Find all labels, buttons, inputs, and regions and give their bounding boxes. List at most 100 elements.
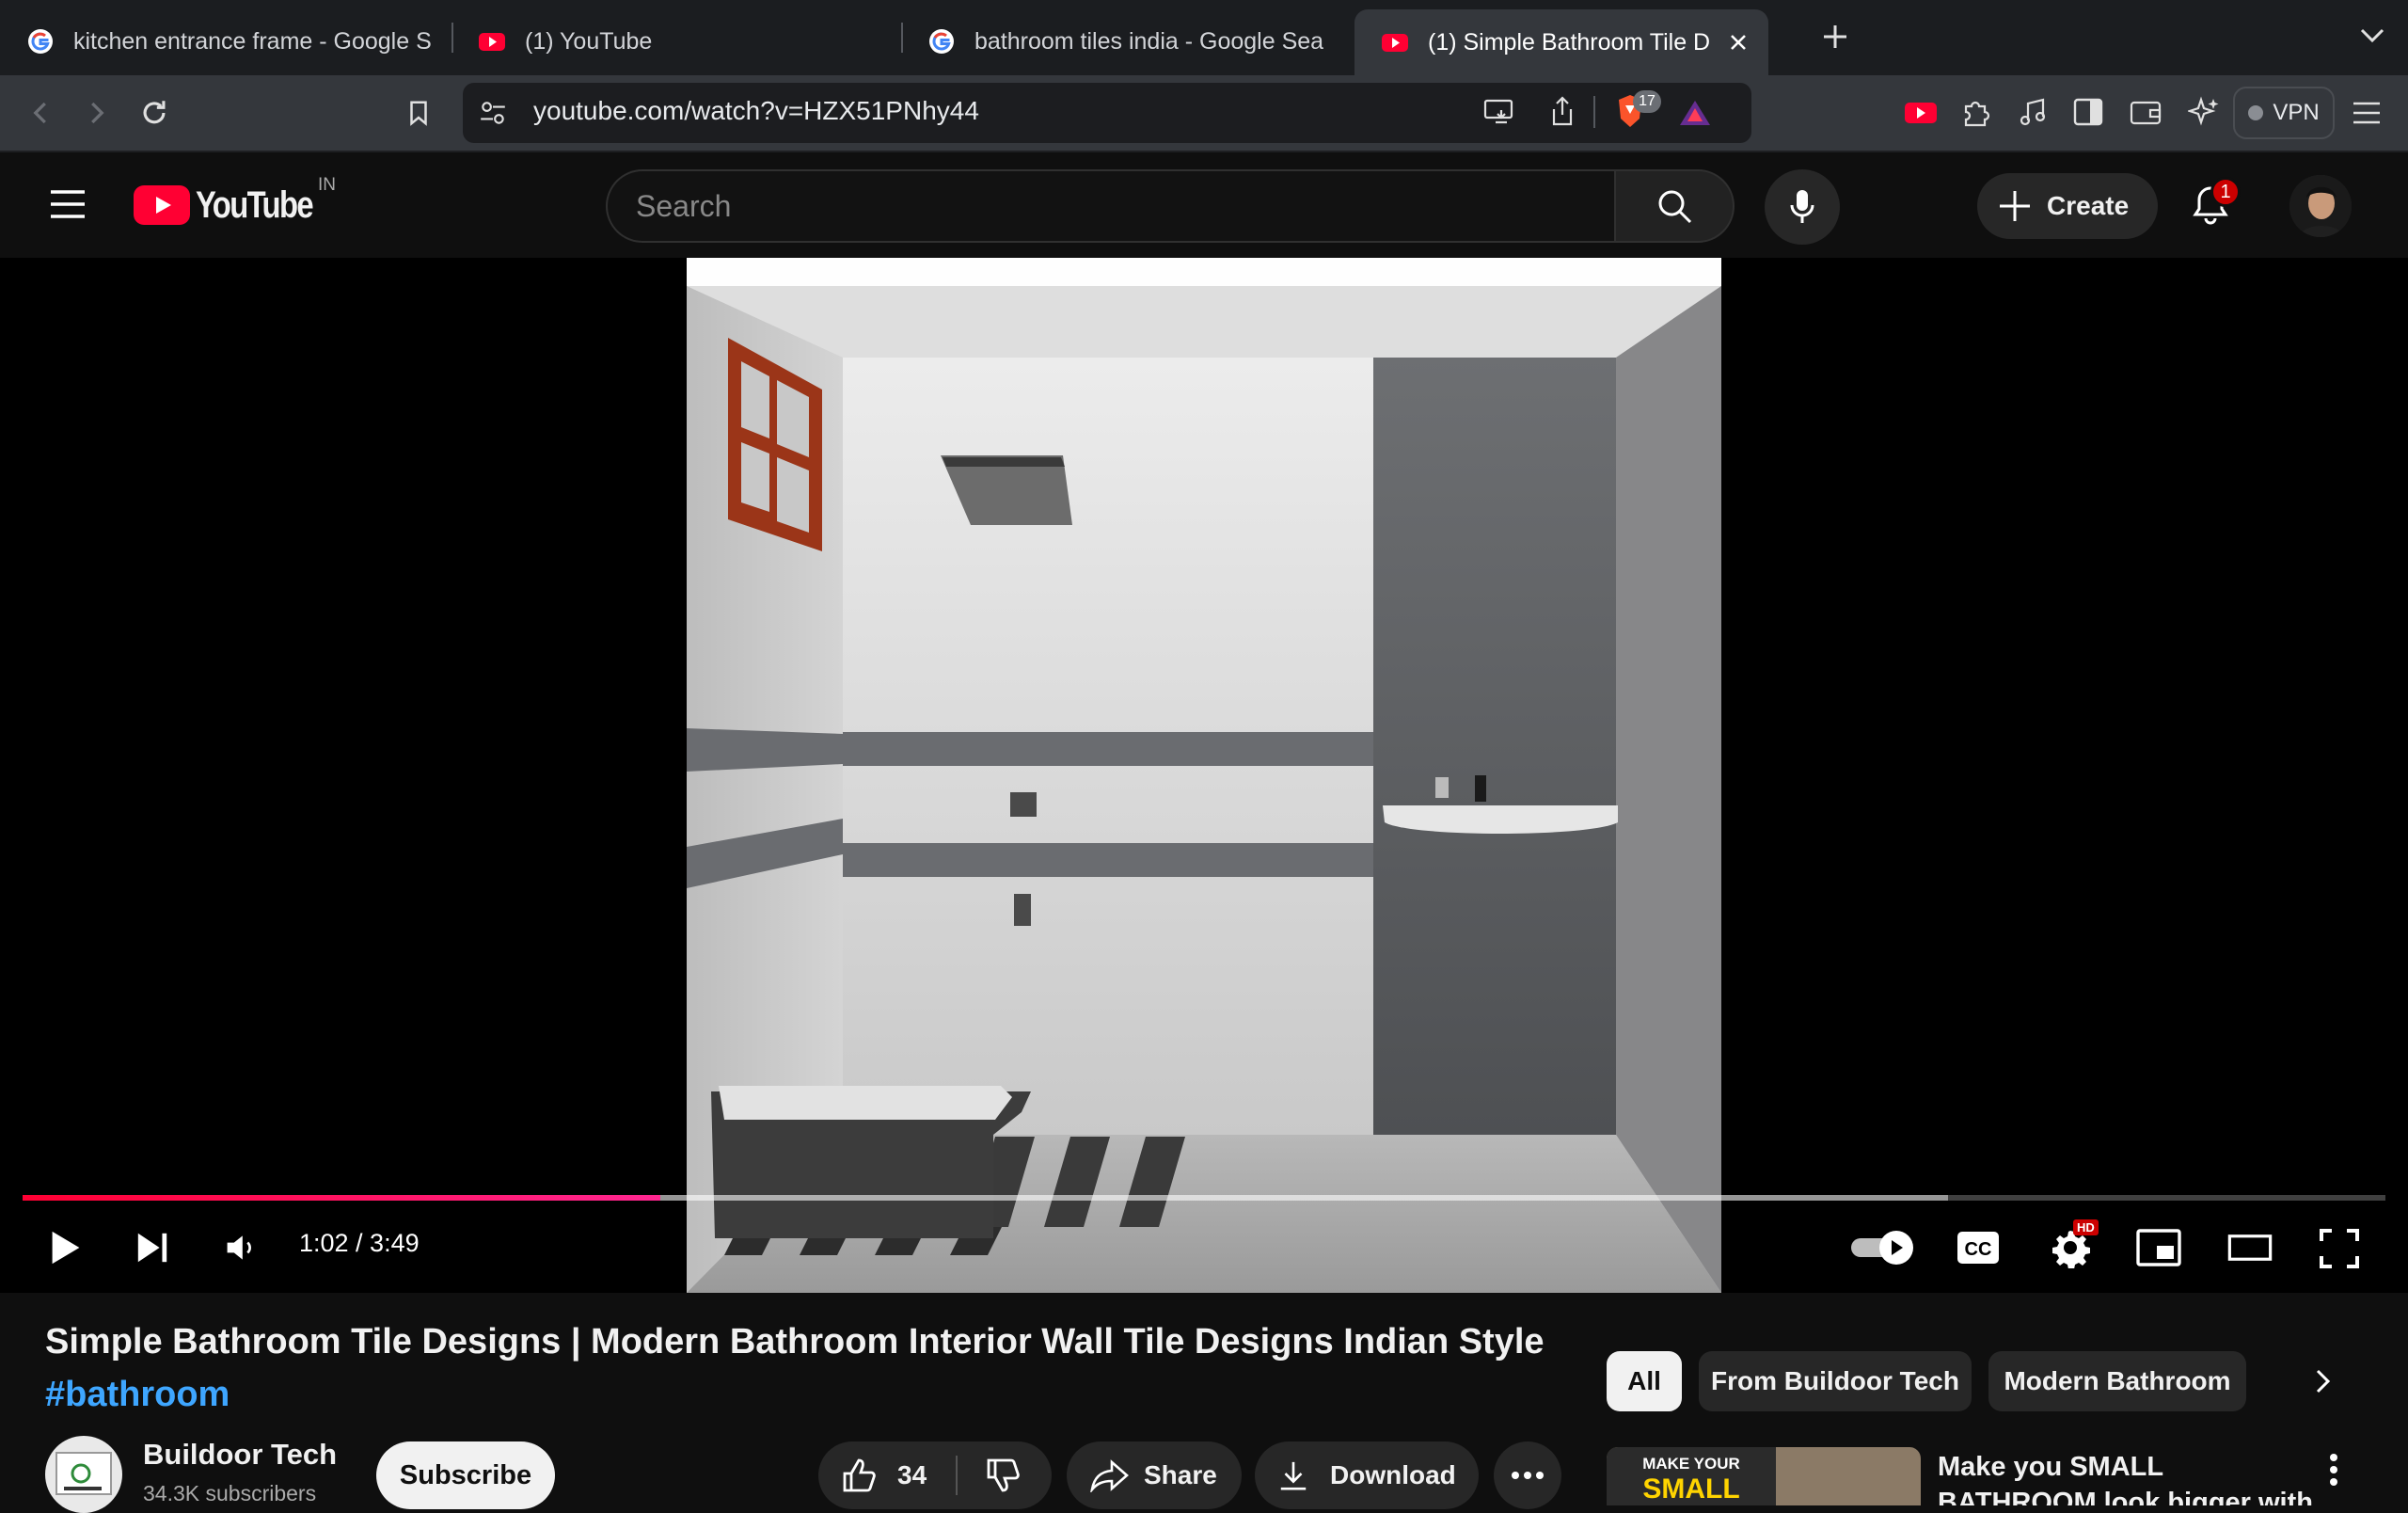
browser-tab[interactable]: kitchen entrance frame - Google S (0, 15, 442, 68)
share-label: Share (1144, 1460, 1217, 1489)
cc-text: CC (1965, 1239, 1992, 1260)
video-title-block: Simple Bathroom Tile Designs | Modern Ba… (45, 1315, 1588, 1421)
share-button[interactable]: Share (1067, 1441, 1242, 1509)
thumbs-up-icon (843, 1458, 876, 1492)
play-button[interactable] (41, 1223, 90, 1272)
notification-badge: 1 (2210, 177, 2241, 207)
search-button[interactable] (1614, 169, 1735, 243)
recommended-title[interactable]: Make you SMALL BATHROOM look bigger with… (1938, 1449, 2314, 1505)
extensions-icon[interactable] (1960, 96, 1990, 128)
brave-rewards-icon[interactable] (1678, 98, 1712, 128)
media-music-icon[interactable] (2019, 96, 2049, 128)
video-frame[interactable] (687, 258, 1721, 1293)
reload-icon (143, 101, 166, 124)
close-icon[interactable] (1727, 31, 1750, 54)
youtube-icon (1382, 34, 1408, 52)
vpn-status-dot (2248, 105, 2264, 120)
search-icon (1658, 190, 1692, 224)
tab-title: kitchen entrance frame - Google S (73, 27, 432, 55)
share-icon[interactable] (1548, 94, 1576, 128)
played-bar (23, 1195, 661, 1201)
avatar-image (2289, 175, 2352, 237)
chip-modern-bathroom[interactable]: Modern Bathroom (1988, 1351, 2246, 1411)
share-arrow-icon (1090, 1459, 1129, 1492)
youtube-extension-icon[interactable] (1904, 100, 1938, 126)
browser-tab-active[interactable]: (1) Simple Bathroom Tile Desi (1354, 9, 1768, 75)
chevron-left-icon (33, 102, 46, 124)
mute-button[interactable] (216, 1223, 265, 1272)
volume-icon (227, 1235, 251, 1260)
sidebar-icon[interactable] (2073, 98, 2103, 126)
autoplay-toggle[interactable] (1849, 1225, 1919, 1270)
theater-icon (2227, 1234, 2273, 1261)
miniplayer-icon (2136, 1229, 2181, 1266)
more-horizontal-icon (1512, 1472, 1544, 1479)
hd-badge: HD (2073, 1219, 2099, 1235)
youtube-logo[interactable]: YouTube (134, 181, 338, 230)
youtube-wordmark: YouTube (196, 183, 314, 226)
miniplayer-button[interactable] (2135, 1225, 2182, 1270)
thumbnail-text-2: SMALL (1642, 1473, 1740, 1505)
like-dislike-group: 34 (818, 1441, 1052, 1509)
fullscreen-button[interactable] (2316, 1225, 2363, 1272)
leo-ai-icon[interactable] (2188, 96, 2220, 128)
channel-name[interactable]: Buildoor Tech (143, 1438, 337, 1472)
vpn-label: VPN (2273, 100, 2320, 125)
avatar[interactable] (2289, 175, 2352, 237)
chip-all[interactable]: All (1607, 1351, 1682, 1411)
site-settings-icon[interactable] (478, 98, 508, 128)
chip-from-channel[interactable]: From Buildoor Tech (1699, 1351, 1972, 1411)
chevron-down-icon[interactable] (2359, 26, 2385, 45)
settings-button[interactable]: HD (2043, 1219, 2099, 1274)
search-input[interactable] (636, 186, 1576, 226)
browser-tab[interactable]: bathroom tiles india - Google Sea (901, 15, 1343, 68)
channel-avatar[interactable] (45, 1436, 122, 1513)
vpn-button[interactable]: VPN (2233, 87, 2335, 139)
browser-tab-bar: kitchen entrance frame - Google S (1) Yo… (0, 0, 2408, 75)
seek-bar[interactable] (23, 1195, 2385, 1201)
like-button[interactable]: 34 (818, 1441, 956, 1509)
thumbnail-text-1: MAKE YOUR (1642, 1455, 1740, 1473)
menu-icon[interactable] (2352, 100, 2382, 126)
recommended-thumbnail[interactable]: MAKE YOUR SMALL (1607, 1447, 1921, 1505)
tab-title: bathroom tiles india - Google Sea (974, 27, 1324, 55)
tab-title: (1) YouTube (525, 27, 653, 55)
bookmark-icon (410, 101, 427, 126)
toolbar-divider (1593, 96, 1595, 128)
google-icon (28, 29, 53, 54)
download-button[interactable]: Download (1255, 1441, 1479, 1509)
create-button[interactable]: Create (1977, 173, 2158, 239)
url-text[interactable]: youtube.com/watch?v=HZX51PNhy44 (533, 96, 979, 126)
dislike-button[interactable] (958, 1441, 1050, 1509)
theater-mode-button[interactable] (2224, 1225, 2276, 1270)
next-button[interactable] (128, 1223, 177, 1272)
play-icon (52, 1231, 80, 1265)
notifications-button[interactable]: 1 (2188, 177, 2241, 230)
thumbs-down-icon (987, 1458, 1020, 1492)
subscribe-button[interactable]: Subscribe (376, 1441, 555, 1509)
download-icon (1280, 1461, 1307, 1490)
download-label: Download (1330, 1460, 1456, 1489)
youtube-logo-icon (134, 185, 190, 225)
cc-icon: CC (1957, 1232, 1999, 1264)
bookmark-button[interactable] (398, 92, 439, 134)
create-label: Create (2047, 191, 2130, 220)
forward-button[interactable] (75, 92, 117, 134)
hashtag-link[interactable]: #bathroom (45, 1368, 1588, 1421)
wallet-icon[interactable] (2130, 98, 2162, 126)
more-actions-button[interactable] (1494, 1441, 1561, 1509)
video-title: Simple Bathroom Tile Designs | Modern Ba… (45, 1322, 1545, 1362)
region-code: IN (318, 175, 336, 195)
reload-button[interactable] (134, 92, 175, 134)
back-button[interactable] (21, 92, 62, 134)
new-tab-icon[interactable] (1821, 23, 1849, 51)
youtube-icon (479, 33, 505, 51)
voice-search-button[interactable] (1765, 169, 1840, 245)
cast-icon[interactable] (1482, 96, 1516, 126)
browser-tab[interactable]: (1) YouTube (452, 15, 894, 68)
chips-next-button[interactable] (2293, 1351, 2353, 1411)
more-vertical-icon[interactable] (2329, 1453, 2338, 1487)
autoplay-icon (1851, 1231, 1913, 1265)
captions-button[interactable]: CC (1955, 1225, 2002, 1270)
hamburger-menu-icon[interactable] (49, 188, 87, 220)
